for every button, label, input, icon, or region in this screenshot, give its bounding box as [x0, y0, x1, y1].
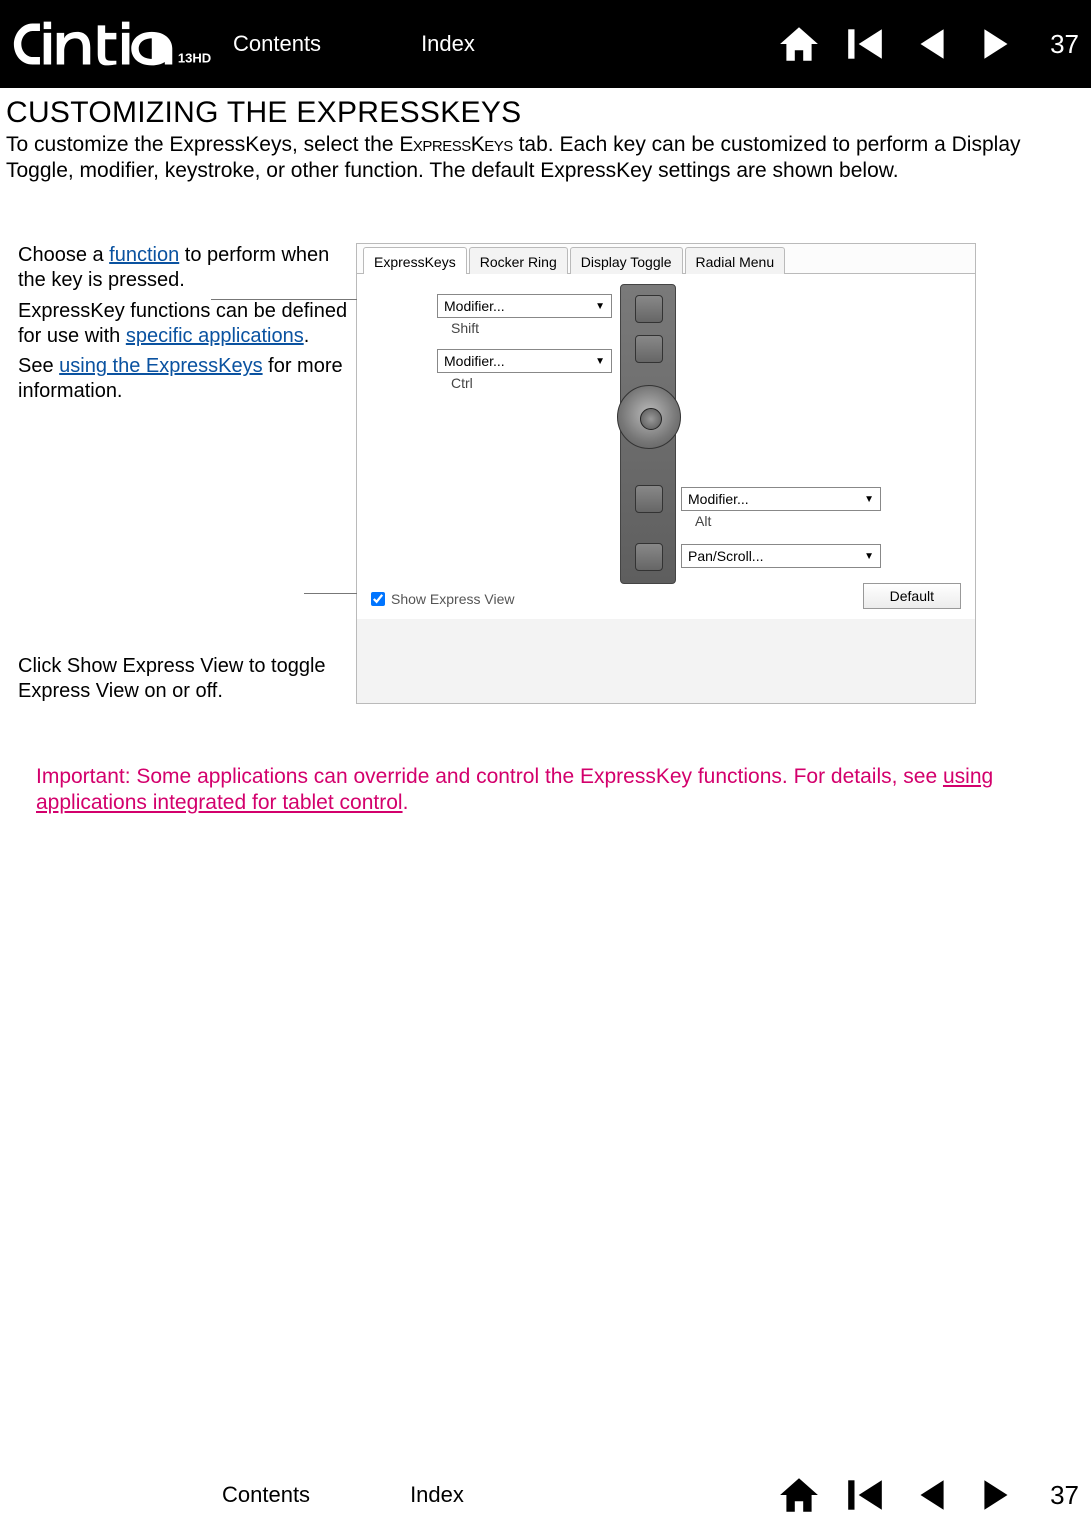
dropdown-key4-select[interactable]: Pan/Scroll...▼: [681, 544, 881, 568]
footer-toolbar-icons: 37: [778, 1474, 1079, 1516]
prev-page-icon[interactable]: [910, 23, 952, 65]
chevron-down-icon: ▼: [864, 551, 874, 562]
dropdown-key3-value: Alt: [695, 513, 881, 529]
annotation-using-expresskeys: See using the ExpressKeys for more infor…: [18, 354, 350, 404]
contents-link[interactable]: Contents: [222, 1482, 310, 1508]
pdf-footer: Contents Index 37: [0, 1470, 1091, 1520]
dropdown-key1-select[interactable]: Modifier...▼: [437, 294, 612, 318]
prev-page-icon[interactable]: [910, 1474, 952, 1516]
home-icon[interactable]: [778, 1474, 820, 1516]
tab-rocker-ring[interactable]: Rocker Ring: [469, 247, 568, 274]
show-express-view-checkbox[interactable]: Show Express View: [371, 591, 514, 607]
chevron-down-icon: ▼: [864, 494, 874, 505]
panel-body: Modifier...▼ Shift Modifier...▼ Ctrl Mod…: [357, 274, 975, 619]
page-number: 37: [1050, 29, 1079, 60]
home-icon[interactable]: [778, 23, 820, 65]
first-page-icon[interactable]: [844, 23, 886, 65]
dropdown-key4: Pan/Scroll...▼: [681, 544, 881, 568]
chevron-down-icon: ▼: [595, 301, 605, 312]
index-link[interactable]: Index: [421, 31, 475, 57]
using-expresskeys-link[interactable]: using the ExpressKeys: [59, 355, 262, 377]
important-note: Important: Some applications can overrid…: [36, 764, 1055, 817]
first-page-icon[interactable]: [844, 1474, 886, 1516]
dropdown-key3: Modifier...▼ Alt: [681, 487, 881, 529]
show-express-view-input[interactable]: [371, 592, 385, 606]
next-page-icon[interactable]: [976, 1474, 1018, 1516]
specific-applications-link[interactable]: specific applications: [126, 325, 304, 347]
dropdown-key2: Modifier...▼ Ctrl: [437, 349, 612, 391]
section-heading: CUSTOMIZING THE EXPRESSKEYS: [6, 96, 1085, 130]
chevron-down-icon: ▼: [595, 356, 605, 367]
header-nav-links: Contents Index: [233, 31, 475, 57]
section-intro: To customize the ExpressKeys, select the…: [6, 132, 1085, 183]
tablet-expresskeys-graphic: [620, 284, 676, 584]
tab-expresskeys[interactable]: ExpressKeys: [363, 247, 467, 274]
page-number: 37: [1050, 1480, 1079, 1511]
key-graphic: [635, 485, 663, 513]
dropdown-key2-select[interactable]: Modifier...▼: [437, 349, 612, 373]
dropdown-key2-value: Ctrl: [451, 375, 612, 391]
key-graphic: [635, 295, 663, 323]
function-link[interactable]: function: [109, 244, 179, 266]
product-logo: 13HD: [12, 14, 217, 74]
contents-link[interactable]: Contents: [233, 31, 321, 57]
sidebar-annotations: Choose a function to perform when the ke…: [6, 243, 356, 703]
dropdown-key1-value: Shift: [451, 320, 612, 336]
svg-text:13HD: 13HD: [178, 51, 211, 66]
default-button[interactable]: Default: [863, 583, 961, 609]
annotation-specific-apps: ExpressKey functions can be defined for …: [18, 299, 350, 349]
index-link[interactable]: Index: [410, 1482, 464, 1508]
key-graphic: [635, 543, 663, 571]
annotation-show-ev: Click Show Express View to toggle Expres…: [18, 654, 350, 704]
tab-display-toggle[interactable]: Display Toggle: [570, 247, 683, 274]
expresskeys-panel: ExpressKeys Rocker Ring Display Toggle R…: [356, 243, 976, 703]
pdf-header: 13HD Contents Index 37: [0, 0, 1091, 88]
header-toolbar-icons: 37: [778, 23, 1079, 65]
rocker-ring-graphic: [617, 385, 681, 449]
tab-radial-menu[interactable]: Radial Menu: [685, 247, 786, 274]
annotation-function: Choose a function to perform when the ke…: [18, 243, 350, 293]
key-graphic: [635, 335, 663, 363]
next-page-icon[interactable]: [976, 23, 1018, 65]
dropdown-key1: Modifier...▼ Shift: [437, 294, 612, 336]
panel-tabs: ExpressKeys Rocker Ring Display Toggle R…: [357, 244, 975, 274]
footer-nav-links: Contents Index: [222, 1482, 464, 1508]
dropdown-key3-select[interactable]: Modifier...▼: [681, 487, 881, 511]
